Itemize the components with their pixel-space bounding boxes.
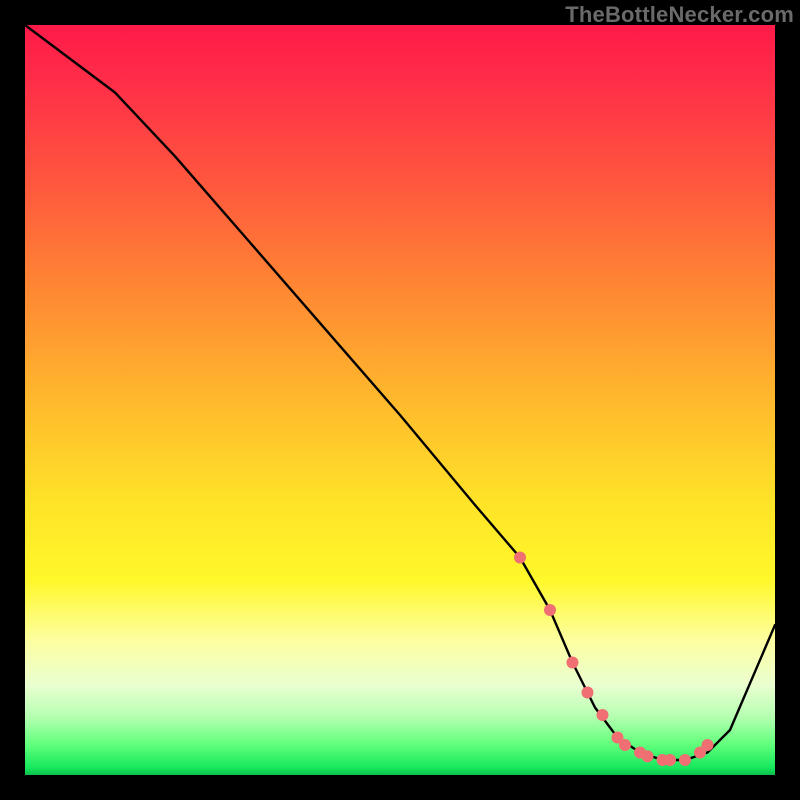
- marker-dot: [619, 739, 631, 751]
- marker-dot: [642, 750, 654, 762]
- curve-line: [25, 25, 775, 760]
- marker-dot: [597, 709, 609, 721]
- watermark-text: TheBottleNecker.com: [565, 2, 794, 28]
- marker-dot: [582, 687, 594, 699]
- marker-dot: [702, 739, 714, 751]
- chart-frame: [25, 25, 775, 775]
- marker-dot: [679, 754, 691, 766]
- chart-svg: [25, 25, 775, 775]
- marker-dot: [514, 552, 526, 564]
- marker-dot: [567, 657, 579, 669]
- marker-dot: [664, 754, 676, 766]
- marker-dot: [544, 604, 556, 616]
- marker-dots: [514, 552, 714, 767]
